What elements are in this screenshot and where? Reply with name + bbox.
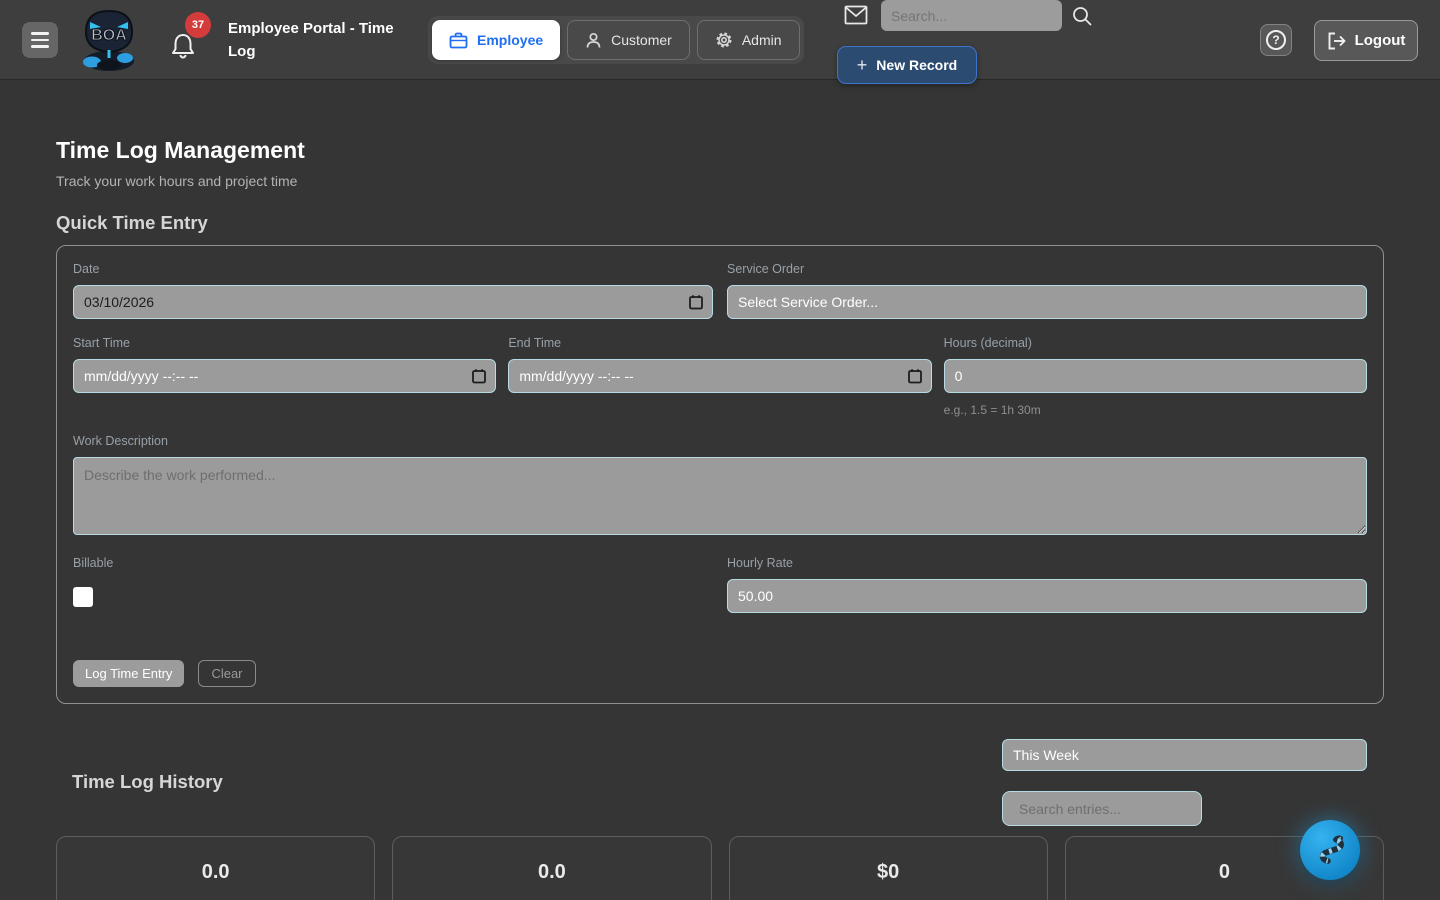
app-title: Employee Portal - Time Log xyxy=(228,17,416,63)
calendar-icon[interactable] xyxy=(689,295,703,310)
tab-admin-label: Admin xyxy=(742,32,782,48)
logout-button[interactable]: Logout xyxy=(1314,20,1418,61)
history-search-input[interactable] xyxy=(1002,791,1202,826)
end-time-input[interactable]: mm/dd/yyyy --:-- -- xyxy=(508,359,931,393)
new-record-label: New Record xyxy=(876,57,957,73)
date-value: 03/10/2026 xyxy=(84,294,154,310)
billable-label: Billable xyxy=(73,556,713,570)
service-order-select[interactable]: Select Service Order... xyxy=(727,285,1367,319)
boa-logo: BOA xyxy=(79,6,139,74)
stat-value: $0 xyxy=(877,861,899,883)
description-field-group: Work Description xyxy=(73,434,1367,540)
mail-icon xyxy=(844,5,868,25)
start-time-label: Start Time xyxy=(73,336,496,350)
service-order-value: Select Service Order... xyxy=(738,294,878,310)
plus-icon: + xyxy=(857,56,868,74)
date-label: Date xyxy=(73,262,713,276)
snake-icon xyxy=(1308,828,1352,872)
person-icon xyxy=(585,32,602,49)
start-time-input[interactable]: mm/dd/yyyy --:-- -- xyxy=(73,359,496,393)
boa-snake-logo-icon: BOA xyxy=(79,6,139,74)
app-header: BOA 37 Employee Portal - Time Log Employ… xyxy=(0,0,1440,80)
help-icon: ? xyxy=(1266,30,1286,50)
global-search-input[interactable] xyxy=(881,0,1062,31)
end-time-label: End Time xyxy=(508,336,931,350)
page-subtitle: Track your work hours and project time xyxy=(56,173,1384,189)
service-order-field-group: Service Order Select Service Order... xyxy=(727,262,1367,319)
notification-badge: 37 xyxy=(185,12,211,38)
hourly-rate-label: Hourly Rate xyxy=(727,556,1367,570)
tab-customer-label: Customer xyxy=(611,32,672,48)
tab-employee[interactable]: Employee xyxy=(432,20,560,60)
history-filter-value: This Week xyxy=(1013,747,1079,763)
history-heading: Time Log History xyxy=(72,771,223,793)
search-icon xyxy=(1071,5,1093,27)
stat-card: $0 xyxy=(729,836,1048,900)
hamburger-icon xyxy=(31,32,49,35)
help-button[interactable]: ? xyxy=(1260,24,1292,56)
notifications-button[interactable]: 37 xyxy=(168,24,214,70)
hours-label: Hours (decimal) xyxy=(944,336,1367,350)
end-time-field-group: End Time mm/dd/yyyy --:-- -- xyxy=(508,336,931,417)
date-field-group: Date 03/10/2026 xyxy=(73,262,713,319)
quick-entry-form: Date 03/10/2026 Service Order Select S xyxy=(56,245,1384,704)
start-time-placeholder: mm/dd/yyyy --:-- -- xyxy=(84,368,198,384)
logout-icon xyxy=(1327,32,1347,50)
billable-checkbox[interactable] xyxy=(73,587,93,607)
history-section: Time Log History This Week xyxy=(56,704,1384,836)
main-content: Time Log Management Track your work hour… xyxy=(0,80,1440,900)
history-stats: 0.0 0.0 $0 0 xyxy=(56,836,1384,900)
hours-hint: e.g., 1.5 = 1h 30m xyxy=(944,403,1367,417)
description-label: Work Description xyxy=(73,434,1367,448)
work-description-textarea[interactable] xyxy=(73,457,1367,535)
logout-label: Logout xyxy=(1355,32,1406,49)
start-time-field-group: Start Time mm/dd/yyyy --:-- -- xyxy=(73,336,496,417)
hours-field-group: Hours (decimal) e.g., 1.5 = 1h 30m xyxy=(944,336,1367,417)
svg-text:BOA: BOA xyxy=(91,27,127,44)
hourly-rate-field-group: Hourly Rate xyxy=(727,556,1367,613)
calendar-icon[interactable] xyxy=(472,369,486,384)
search-submit-button[interactable] xyxy=(1071,5,1093,27)
log-time-entry-button[interactable]: Log Time Entry xyxy=(73,660,184,687)
quick-entry-heading: Quick Time Entry xyxy=(56,212,1384,234)
history-filter-select[interactable]: This Week xyxy=(1002,739,1367,771)
form-actions: Log Time Entry Clear xyxy=(73,660,1367,687)
hamburger-menu-button[interactable] xyxy=(22,22,58,58)
clear-button[interactable]: Clear xyxy=(198,660,255,687)
gear-icon xyxy=(715,31,733,49)
briefcase-icon xyxy=(449,32,468,49)
hourly-rate-input[interactable] xyxy=(727,579,1367,613)
end-time-placeholder: mm/dd/yyyy --:-- -- xyxy=(519,368,633,384)
hours-input[interactable] xyxy=(944,359,1367,393)
stat-value: 0.0 xyxy=(538,861,566,883)
tab-admin[interactable]: Admin xyxy=(697,20,800,60)
boa-assistant-fab[interactable] xyxy=(1300,820,1360,880)
date-input[interactable]: 03/10/2026 xyxy=(73,285,713,319)
billable-field-group: Billable xyxy=(73,556,713,613)
stat-value: 0.0 xyxy=(202,861,230,883)
stat-value: 0 xyxy=(1219,861,1230,883)
service-order-label: Service Order xyxy=(727,262,1367,276)
stat-card: 0.0 xyxy=(392,836,711,900)
mail-button[interactable] xyxy=(844,5,868,25)
new-record-button[interactable]: + New Record xyxy=(837,46,977,84)
page-title: Time Log Management xyxy=(56,137,1384,164)
portal-tab-group: Employee Customer Admin xyxy=(428,16,804,64)
tab-employee-label: Employee xyxy=(477,32,543,48)
tab-customer[interactable]: Customer xyxy=(567,20,690,60)
calendar-icon[interactable] xyxy=(908,369,922,384)
stat-card: 0.0 xyxy=(56,836,375,900)
